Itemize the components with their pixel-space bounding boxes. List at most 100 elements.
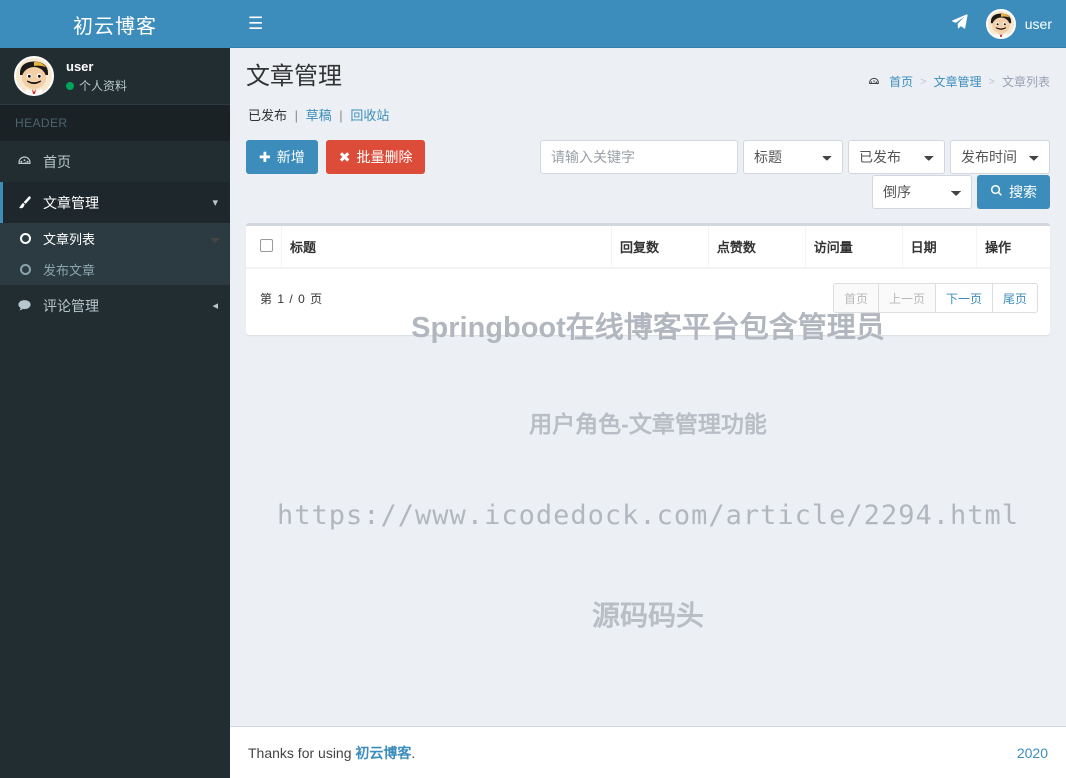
top-navbar-right: user [951,8,1052,39]
times-icon: ✖ [338,148,351,165]
sidebar-item-publish-article-label: 发布文章 [43,263,96,278]
pagination-prev-button[interactable]: 上一页 [877,283,936,313]
article-table-head: 标题 回复数 点赞数 访问量 日期 操作 [246,226,1050,269]
app-root: 初云博客 user 个人资料 HEADER 首页 文章管理 ▾ 文章列表 发布文… [0,0,1066,778]
column-view-count: 访问量 [805,226,903,269]
pagination-controls: 首页 上一页 下一页 尾页 [832,283,1038,313]
column-title: 标题 [281,226,612,269]
dashboard-icon [17,154,39,169]
pagination-info-prefix: 第 [260,291,273,306]
tab-divider: | [339,108,343,123]
search-icon [990,184,1003,200]
tab-divider: | [294,108,299,123]
sidebar-item-home-label: 首页 [43,153,71,170]
sidebar-item-article-list-label: 文章列表 [43,232,96,247]
avatar [14,56,54,96]
column-reply-count: 回复数 [611,226,709,269]
footer-period: . [411,744,416,761]
avatar [985,8,1016,39]
pagination-current-page: 1 [277,291,285,306]
breadcrumb-separator: > [988,75,995,88]
pagination-info: 第 1 / 0 页 [260,290,322,307]
sort-field-select[interactable]: 发布时间 [950,140,1050,174]
circle-icon [20,233,40,244]
plus-icon: ✚ [259,148,271,165]
sidebar-user-name: user [66,58,94,74]
sidebar-item-publish-article[interactable]: 发布文章 [0,254,230,285]
pagination-bar: 第 1 / 0 页 首页 上一页 下一页 尾页 [246,269,1050,335]
page-header: 文章管理 首页 > 文章管理 > 文章列表 [246,48,1050,90]
breadcrumb-item-article-management[interactable]: 文章管理 [934,73,982,90]
pagination-total-pages: 0 [298,291,305,306]
select-all-header [246,226,282,269]
pagination-first-button[interactable]: 首页 [832,283,879,313]
sidebar-item-article-management[interactable]: 文章管理 ▾ [0,182,230,223]
column-date: 日期 [902,226,977,269]
breadcrumb: 首页 > 文章管理 > 文章列表 [868,65,1050,90]
sidebar-user-panel[interactable]: user 个人资料 [0,48,230,105]
filter-row-primary: 标题 已发布 发布时间 [540,140,1050,174]
batch-delete-button[interactable]: ✖ 批量删除 [325,140,426,174]
sidebar-user-status-label: 个人资料 [79,79,128,94]
main-area: ☰ user 文章管理 首页 > 文章管理 > 文章列表 已发布 | 草稿 | … [230,0,1066,778]
page-footer: Thanks for using 初云博客 . 2020 [230,726,1066,778]
page-title: 文章管理 [246,63,342,90]
dashboard-icon [868,76,880,88]
tab-recycle-bin[interactable]: 回收站 [350,108,389,123]
brush-icon [17,195,39,210]
sidebar-item-home[interactable]: 首页 [0,141,230,182]
toolbar: ✚ 新增 ✖ 批量删除 标题 已发布 [246,124,1050,209]
watermark-line-3: https://www.icodedock.com/article/2294.h… [277,500,1019,531]
chevron-left-icon: ◂ [212,300,218,312]
status-select[interactable]: 已发布 [848,140,945,174]
sidebar-item-comment-management[interactable]: 评论管理 ◂ [0,285,230,326]
add-button[interactable]: ✚ 新增 [246,140,318,174]
top-navbar: ☰ user [230,0,1066,48]
pagination-next-button[interactable]: 下一页 [934,283,993,313]
table-header-row: 标题 回复数 点赞数 访问量 日期 操作 [246,226,1050,269]
breadcrumb-item-home[interactable]: 首页 [889,73,913,90]
article-table: 标题 回复数 点赞数 访问量 日期 操作 [246,226,1050,269]
filter-row-secondary: 倒序 搜索 [872,175,1050,209]
paper-plane-icon[interactable] [951,13,968,35]
status-dot-icon [66,82,74,91]
search-button[interactable]: 搜索 [977,175,1050,209]
circle-o-icon [20,264,40,275]
sidebar-user-status[interactable]: 个人资料 [66,78,127,94]
status-tabs: 已发布 | 草稿 | 回收站 [246,90,1050,124]
tab-draft[interactable]: 草稿 [306,108,332,123]
batch-delete-button-label: 批量删除 [356,149,413,165]
avatar-image [16,58,52,94]
sidebar-submenu-article: 文章列表 发布文章 [0,223,230,285]
hamburger-icon[interactable]: ☰ [248,15,263,32]
select-all-checkbox[interactable] [260,238,273,252]
top-user-menu[interactable]: user [985,8,1052,39]
pagination-info-suffix: 页 [310,291,323,306]
footer-year: 2020 [1016,744,1048,761]
watermark-line-2: 用户角色-文章管理功能 [529,411,767,437]
watermark-line-4: 源码码头 [591,600,704,631]
sort-order-select[interactable]: 倒序 [872,175,972,209]
footer-thanks-text: Thanks for using [248,744,352,761]
column-like-count: 点赞数 [708,226,806,269]
top-user-label: user [1024,15,1052,32]
field-select[interactable]: 标题 [743,140,843,174]
pagination-last-button[interactable]: 尾页 [991,283,1038,313]
add-button-label: 新增 [276,149,305,165]
sidebar-item-article-list[interactable]: 文章列表 [0,223,230,254]
chevron-down-icon: ▾ [212,197,218,209]
avatar-image [987,10,1014,37]
filter-bar: 标题 已发布 发布时间 倒序 [540,140,1050,209]
breadcrumb-separator: > [920,75,927,88]
content-wrapper: 文章管理 首页 > 文章管理 > 文章列表 已发布 | 草稿 | 回收站 ✚ 新… [230,48,1066,631]
comment-icon [17,298,39,313]
article-table-card: 标题 回复数 点赞数 访问量 日期 操作 第 1 / 0 页 首页 上一页 下一… [246,223,1050,335]
search-input[interactable] [540,140,738,174]
sidebar: 初云博客 user 个人资料 HEADER 首页 文章管理 ▾ 文章列表 发布文… [0,0,230,778]
sidebar-item-article-management-label: 文章管理 [43,194,99,211]
app-logo[interactable]: 初云博客 [0,0,230,48]
tab-published[interactable]: 已发布 [248,108,287,123]
pagination-slash: / [289,291,293,306]
sidebar-item-comment-management-label: 评论管理 [43,297,99,314]
footer-brand-link[interactable]: 初云博客 [355,743,411,763]
